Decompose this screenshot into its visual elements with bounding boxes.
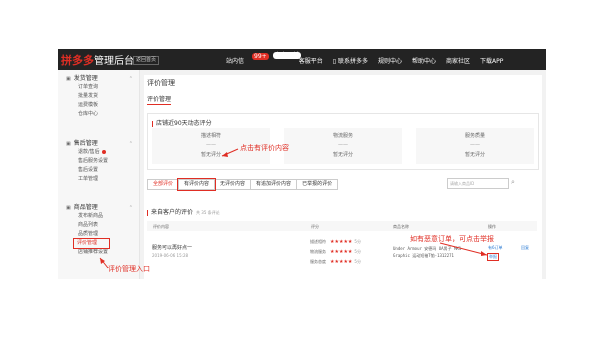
filter-with-content[interactable]: 有评价内容	[177, 178, 217, 191]
arrowhead-filter	[222, 152, 228, 157]
arrow-to-report	[439, 242, 488, 256]
annotation-entry: 评价管理入口	[108, 265, 150, 273]
annotation-report-tip: 如有恶意订单，可点击举报	[410, 235, 494, 243]
annotation-click-content: 点击有评价内容	[240, 144, 289, 152]
annotation-arrows	[99, 148, 488, 269]
